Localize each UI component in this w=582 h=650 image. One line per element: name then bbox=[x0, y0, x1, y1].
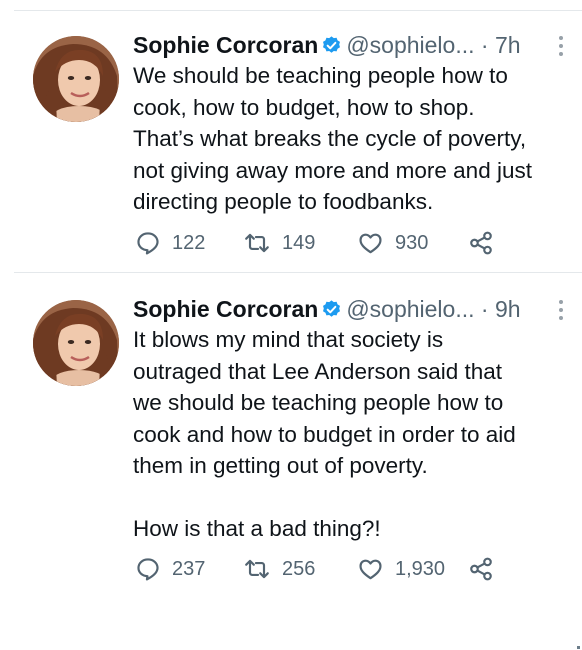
timestamp[interactable]: 7h bbox=[495, 32, 521, 58]
tweet-actions: 237 256 1,930 bbox=[135, 554, 555, 584]
retweet-count: 149 bbox=[282, 231, 316, 254]
share-button[interactable] bbox=[468, 228, 494, 258]
corner-artifact bbox=[577, 646, 580, 649]
retweet-icon bbox=[243, 556, 271, 582]
tweet[interactable]: Sophie Corcoran @sophielo... · 7h We shou… bbox=[0, 22, 582, 272]
like-icon bbox=[357, 230, 384, 256]
reply-button[interactable]: 237 bbox=[135, 554, 205, 584]
like-button[interactable]: 930 bbox=[357, 228, 428, 258]
verified-badge-icon bbox=[321, 295, 342, 317]
like-count: 930 bbox=[395, 231, 429, 254]
reply-icon bbox=[135, 230, 161, 256]
like-button[interactable]: 1,930 bbox=[357, 554, 445, 584]
retweet-count: 256 bbox=[282, 557, 316, 580]
author-name[interactable]: Sophie Corcoran bbox=[133, 32, 318, 58]
reply-count: 122 bbox=[172, 231, 206, 254]
more-options-icon[interactable] bbox=[554, 36, 568, 58]
tweet-divider bbox=[14, 272, 582, 273]
avatar[interactable] bbox=[33, 36, 119, 122]
tweet-header: Sophie Corcoran @sophielo... · 9h bbox=[133, 292, 568, 326]
author-name[interactable]: Sophie Corcoran bbox=[133, 296, 318, 322]
timestamp[interactable]: 9h bbox=[495, 296, 521, 322]
separator-dot: · bbox=[480, 296, 489, 322]
reply-count: 237 bbox=[172, 557, 206, 580]
reply-icon bbox=[135, 556, 161, 582]
tweet-header: Sophie Corcoran @sophielo... · 7h bbox=[133, 28, 568, 62]
tweet-text: It blows my mind that society is outrage… bbox=[133, 327, 516, 541]
tweet-actions: 122 149 930 bbox=[135, 228, 555, 258]
like-icon bbox=[357, 556, 384, 582]
tweet-text: We should be teaching people how to cook… bbox=[133, 63, 532, 214]
top-divider bbox=[14, 10, 582, 11]
verified-badge-icon bbox=[321, 31, 342, 53]
more-options-icon[interactable] bbox=[554, 300, 568, 322]
share-icon bbox=[468, 556, 494, 582]
share-icon bbox=[468, 230, 494, 256]
tweet[interactable]: Sophie Corcoran @sophielo... · 9h It blow… bbox=[0, 286, 582, 596]
share-button[interactable] bbox=[468, 554, 494, 584]
author-handle[interactable]: @sophielo... bbox=[346, 32, 474, 58]
retweet-button[interactable]: 256 bbox=[243, 554, 315, 584]
separator-dot: · bbox=[480, 32, 489, 58]
like-count: 1,930 bbox=[395, 557, 446, 580]
author-handle[interactable]: @sophielo... bbox=[346, 296, 474, 322]
retweet-button[interactable]: 149 bbox=[243, 228, 315, 258]
reply-button[interactable]: 122 bbox=[135, 228, 205, 258]
avatar[interactable] bbox=[33, 300, 119, 386]
retweet-icon bbox=[243, 230, 271, 256]
